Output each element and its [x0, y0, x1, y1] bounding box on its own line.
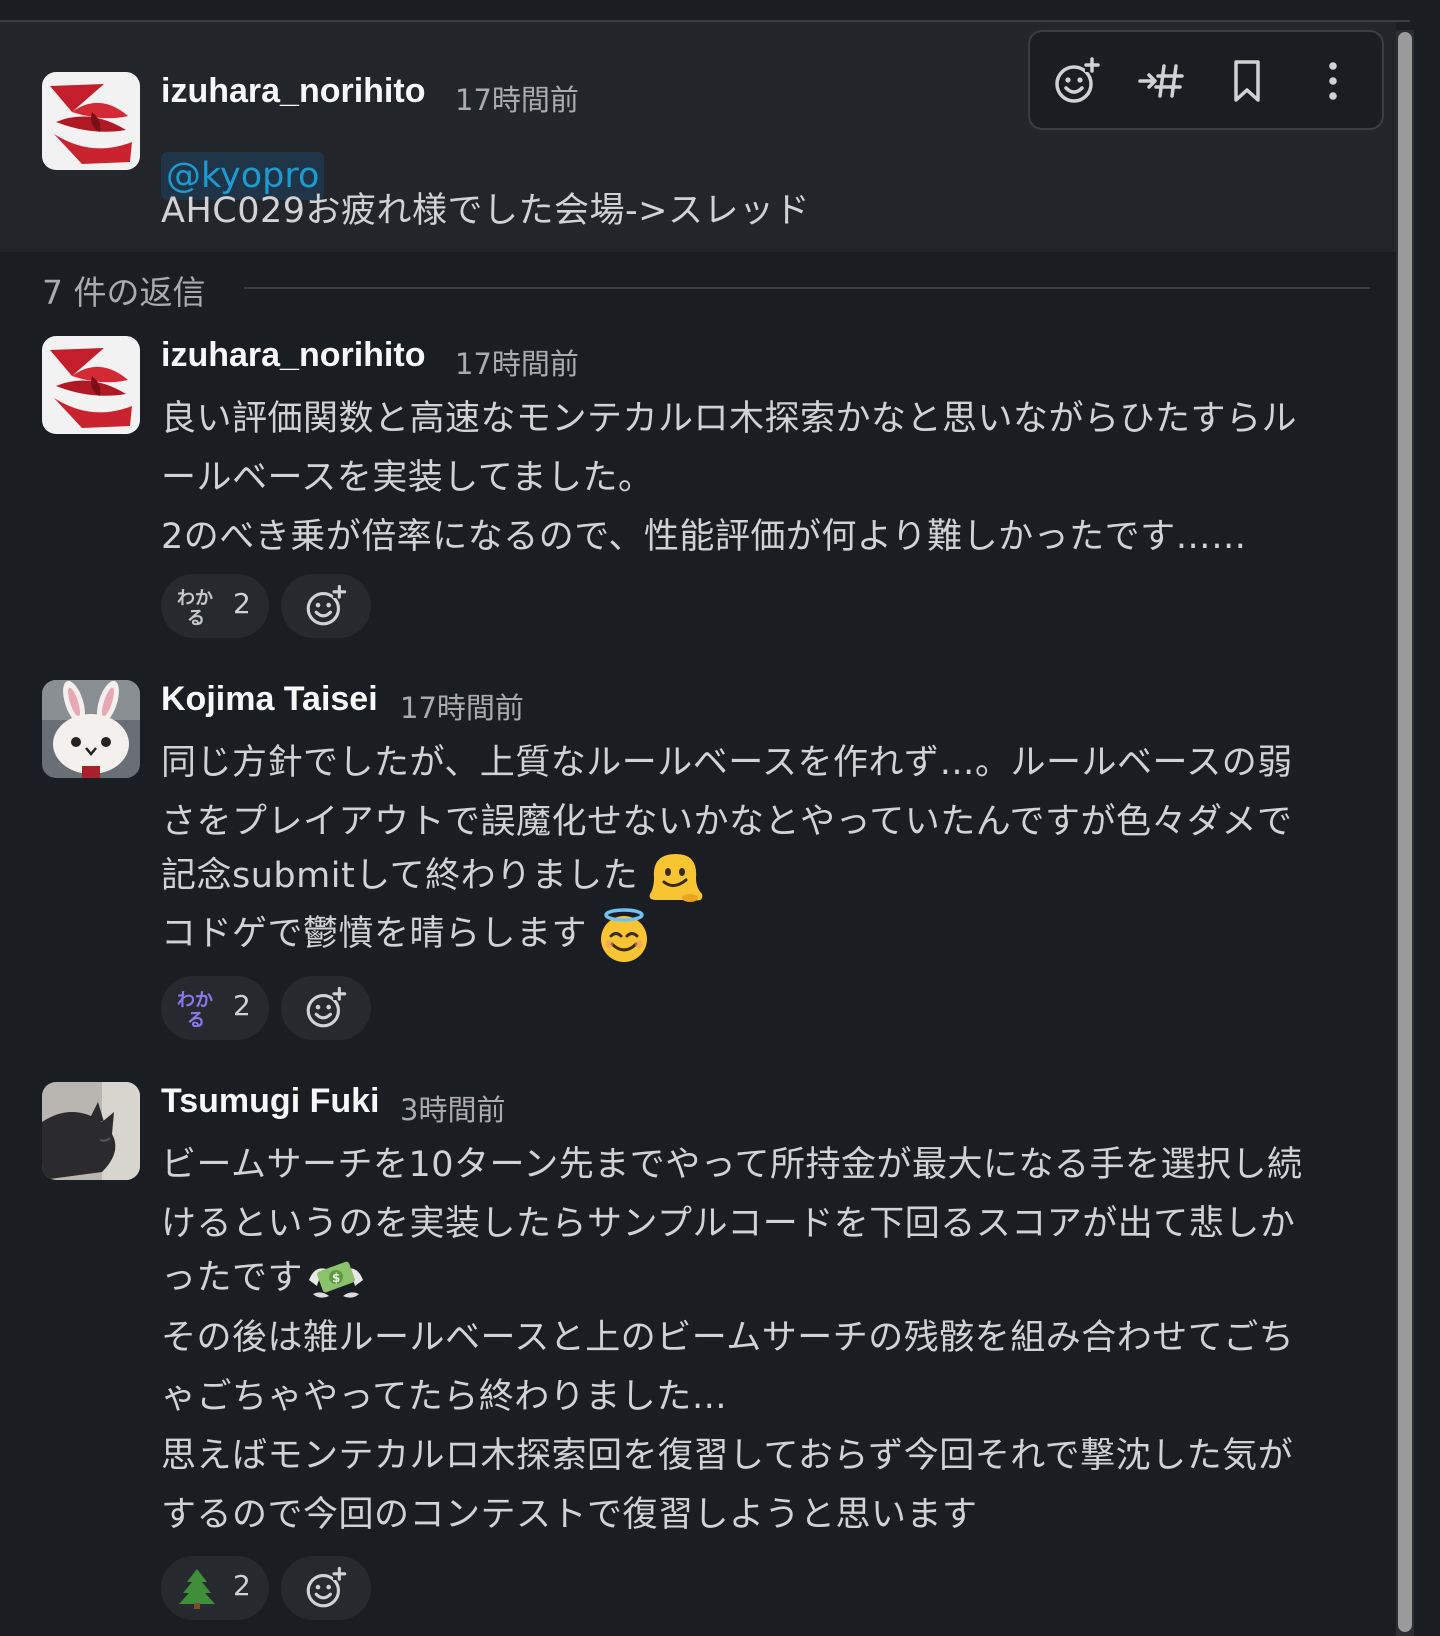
reaction-count: 2: [233, 1569, 251, 1602]
timestamp[interactable]: 17時間前: [400, 685, 524, 727]
add-reaction-icon: [306, 584, 347, 626]
more-actions-icon[interactable]: [1306, 54, 1360, 108]
add-reaction-button[interactable]: [281, 574, 371, 638]
top-edge: [0, 0, 1410, 20]
author-name[interactable]: Kojima Taisei: [161, 680, 378, 719]
message-line: するので今回のコンテストで復習しようと思います: [161, 1495, 978, 1535]
message-line: ールベースを実装してました。: [161, 458, 654, 498]
message-line: ゃごちゃやってたら終わりました…: [161, 1377, 728, 1417]
message-text: AHC029お疲れ様でした会場->スレッド: [161, 191, 810, 231]
add-reaction-button[interactable]: [281, 1556, 371, 1620]
vertical-scrollbar[interactable]: [1396, 30, 1414, 1636]
reaction-wakaru[interactable]: わか る 2: [161, 976, 269, 1040]
add-reaction-icon: [306, 986, 347, 1028]
message-line: 思えばモンテカルロ木探索回を復習しておらず今回それで撃沈した気が: [161, 1436, 1294, 1476]
message-line: ビームサーチを10ターン先までやって所持金が最大になる手を選択し続: [161, 1145, 1303, 1185]
bookmark-icon[interactable]: [1220, 54, 1274, 108]
message-line: 同じ方針でしたが、上質なルールベースを作れず…。ルールベースの弱: [161, 743, 1293, 783]
avatar[interactable]: [42, 336, 140, 434]
author-name[interactable]: izuhara_norihito: [161, 72, 425, 111]
add-reaction-icon[interactable]: [1050, 54, 1104, 108]
timestamp[interactable]: 17時間前: [455, 77, 579, 119]
parent-message[interactable]: izuhara_norihito 17時間前 @kyopro AHC029お疲れ…: [0, 22, 1396, 252]
message-line-with-emoji: コドゲで鬱憤を晴らします: [161, 905, 653, 964]
message-line: 記念submitして終わりました: [161, 856, 639, 896]
message-line: 良い評価関数と高速なモンテカルロ木探索かなと思いながらひたすらル: [161, 399, 1298, 439]
avatar[interactable]: [42, 680, 140, 778]
timestamp[interactable]: 17時間前: [455, 341, 579, 383]
message-line: ったです: [161, 1258, 304, 1298]
reaction-wakaru[interactable]: わか る 2: [161, 574, 269, 638]
message-actions-toolbar: [1028, 30, 1384, 130]
avatar[interactable]: [42, 1082, 140, 1180]
add-reaction-button[interactable]: [281, 976, 371, 1040]
timestamp[interactable]: 3時間前: [400, 1087, 505, 1129]
melting-face-emoji-icon: [649, 854, 703, 902]
message-line-with-emoji: 記念submitして終わりました: [161, 847, 704, 906]
svg-text:る: る: [187, 608, 205, 628]
message-line: 2のべき乗が倍率になるので、性能評価が何より難しかったです……: [161, 517, 1247, 557]
message-line: その後は雑ルールベースと上のビームサーチの残骸を組み合わせてごち: [161, 1318, 1295, 1358]
svg-text:わか: わか: [177, 990, 213, 1011]
message-line: コドゲで鬱憤を晴らします: [161, 914, 588, 954]
wakaru-emoji-icon: わか る: [177, 990, 213, 1030]
message-line-with-emoji: ったです $: [161, 1249, 367, 1308]
reaction-count: 2: [233, 587, 251, 620]
smiling-face-with-halo-emoji-icon: [601, 908, 648, 962]
author-name[interactable]: izuhara_norihito: [161, 336, 425, 375]
reaction-evergreen-tree[interactable]: 2: [161, 1556, 269, 1620]
message-line: さをプレイアウトで誤魔化せないかなとやっていたんですが色々ダメで: [161, 802, 1293, 842]
svg-text:$: $: [332, 1271, 341, 1285]
svg-text:る: る: [187, 1010, 205, 1030]
add-reaction-icon: [306, 1566, 347, 1608]
money-with-wings-emoji-icon: $: [309, 1261, 364, 1298]
message-line: けるというのを実装したらサンプルコードを下回るスコアが出て悲しか: [161, 1204, 1296, 1244]
scrollbar-thumb[interactable]: [1398, 32, 1412, 1632]
svg-text:わか: わか: [177, 588, 213, 609]
author-name[interactable]: Tsumugi Fuki: [161, 1082, 379, 1121]
forward-to-channel-icon[interactable]: [1136, 54, 1190, 108]
reply-count-label: 7 件の返信: [42, 273, 206, 312]
avatar[interactable]: [42, 72, 140, 170]
replies-divider: [244, 287, 1370, 289]
wakaru-emoji-icon: わか る: [177, 588, 213, 628]
evergreen-tree-emoji-icon: [179, 1569, 215, 1609]
reaction-count: 2: [233, 989, 251, 1022]
